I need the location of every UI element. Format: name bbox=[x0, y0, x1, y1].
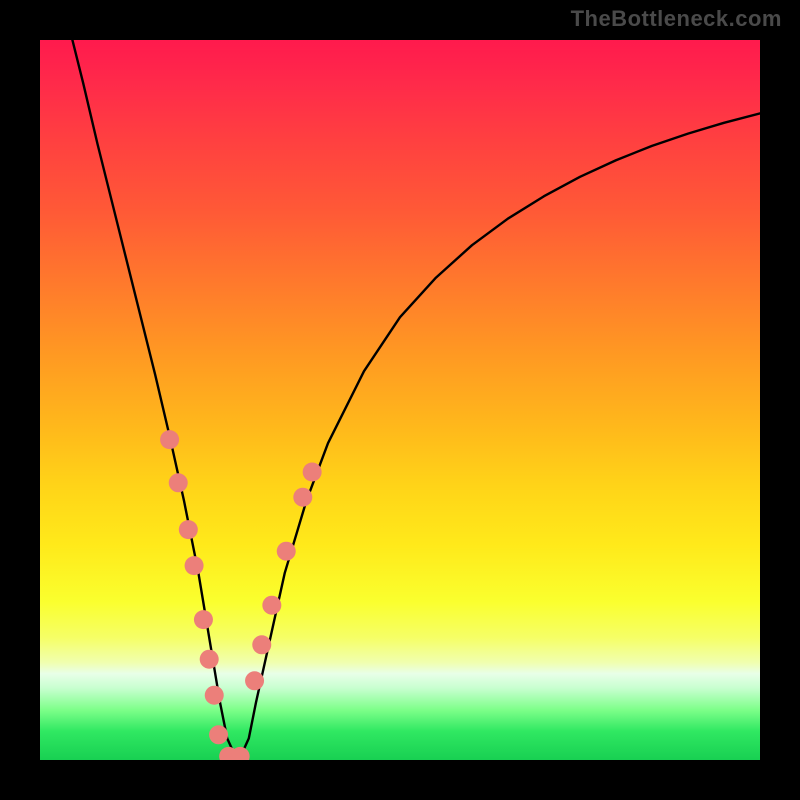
plot-area bbox=[40, 40, 760, 760]
curve-svg bbox=[40, 40, 760, 760]
marker-dot bbox=[194, 610, 213, 629]
marker-dot bbox=[185, 556, 204, 575]
marker-dot bbox=[252, 635, 271, 654]
chart-frame: TheBottleneck.com bbox=[0, 0, 800, 800]
marker-dot bbox=[219, 747, 238, 760]
marker-dot bbox=[293, 488, 312, 507]
marker-dot bbox=[303, 463, 322, 482]
marker-dot bbox=[209, 725, 228, 744]
marker-dot bbox=[179, 520, 198, 539]
marker-dot bbox=[169, 473, 188, 492]
bottleneck-curve-path bbox=[72, 40, 760, 754]
marker-dot bbox=[245, 671, 264, 690]
marker-dot bbox=[277, 542, 296, 561]
marker-dot bbox=[231, 747, 250, 760]
marker-dot bbox=[262, 596, 281, 615]
marker-group bbox=[160, 430, 322, 760]
marker-dot bbox=[160, 430, 179, 449]
marker-dot bbox=[205, 686, 224, 705]
watermark-text: TheBottleneck.com bbox=[571, 6, 782, 32]
marker-dot bbox=[200, 650, 219, 669]
